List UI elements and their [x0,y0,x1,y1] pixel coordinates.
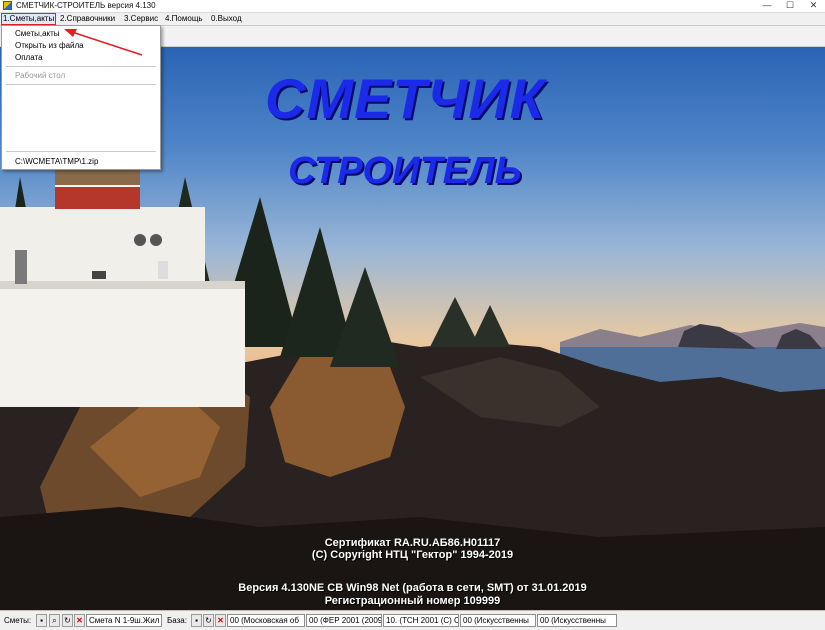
dd-item-smety-akty[interactable]: Сметы,акты [3,28,159,39]
menu-spravochniki[interactable]: 2.Справочники [58,13,117,25]
binoculars-icon[interactable]: ⌕ [49,614,60,627]
smety-akty-dropdown: Сметы,акты Открыть из файла Оплата Рабоч… [1,25,161,170]
refresh-icon[interactable]: ↻ [62,614,73,627]
copyright-text: (С) Copyright НТЦ "Гектор" 1994-2019 [311,549,514,561]
dd-separator [6,66,156,67]
logo-stroitel: СТРОИТЕЛЬ [288,150,522,192]
base-field[interactable]: 00 (Искусственны [537,614,617,627]
version-text: Версия 4.130NE СВ Win98 Net (работа в се… [238,582,587,594]
app-icon [3,1,12,10]
base-field[interactable]: 10. (ТСН 2001 (С) С [383,614,459,627]
refresh-icon[interactable]: ↻ [203,614,214,627]
minimize-button[interactable]: — [756,0,778,12]
menu-smety-akty[interactable]: 1.Сметы,акты [1,13,57,25]
current-smeta-field[interactable]: Смета N 1-9ш.Жил [86,614,162,627]
base-field[interactable]: 00 (ФЕР 2001 (2009 [306,614,382,627]
delete-icon[interactable]: ✕ [215,614,226,627]
base-field[interactable]: 00 (Московская об [227,614,305,627]
title-bar: СМЕТЧИК-СТРОИТЕЛЬ версия 4.130 — ☐ ✕ [0,0,825,13]
menu-pomosch[interactable]: 4.Помощь [163,13,205,25]
reg-number-text: Регистрационный номер 109999 [324,595,501,607]
maximize-button[interactable]: ☐ [779,0,801,12]
baza-label: База: [167,616,187,625]
dd-separator [6,151,156,152]
menu-vyhod[interactable]: 0.Выход [209,13,244,25]
delete-icon[interactable]: ✕ [74,614,85,627]
dd-item-open-from-file[interactable]: Открыть из файла [3,40,159,51]
smety-label: Сметы: [4,616,32,625]
base-field[interactable]: 00 (Искусственны [460,614,536,627]
status-bar: Сметы: ▪ ⌕ ↻ ✕ Смета N 1-9ш.Жил База: ▪ … [0,610,825,630]
dd-separator [6,84,156,85]
menu-servis[interactable]: 3.Сервис [122,13,160,25]
logo-smetchik: СМЕТЧИК [265,67,545,130]
dd-item-recent-file[interactable]: C:\WCMETA\TMP\1.zip [3,156,159,167]
save-icon[interactable]: ▪ [36,614,47,627]
certificate-text: Сертификат RA.RU.АБ86.Н01117 [324,537,501,549]
close-button[interactable]: ✕ [802,0,825,12]
dd-item-desktop: Рабочий стол [15,71,66,80]
save-icon[interactable]: ▪ [191,614,202,627]
window-title: СМЕТЧИК-СТРОИТЕЛЬ версия 4.130 [16,1,156,10]
dd-item-oplata[interactable]: Оплата [3,52,159,63]
